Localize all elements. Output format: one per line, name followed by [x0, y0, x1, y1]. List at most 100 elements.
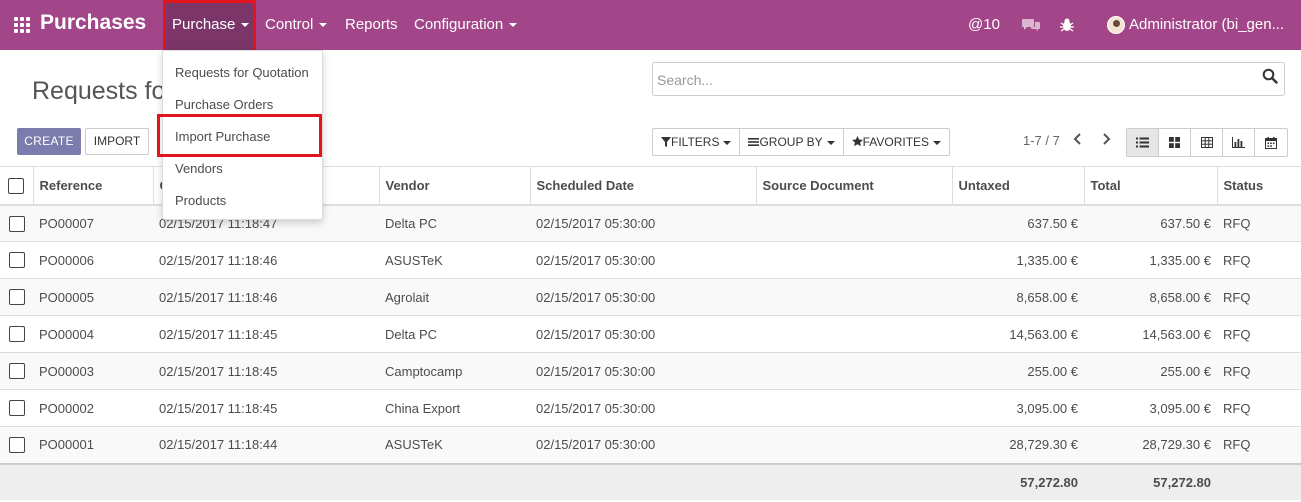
column-header-source-document[interactable]: Source Document: [755, 166, 952, 206]
select-all-checkbox[interactable]: [8, 177, 25, 194]
row-select-cell: [0, 389, 33, 427]
cell-scheduled-date: 02/15/2017 05:30:00: [530, 278, 756, 316]
cell-total: 637.50 €: [1084, 204, 1217, 242]
cell-source-document: [756, 241, 952, 279]
search-input[interactable]: [657, 69, 1247, 91]
row-select-cell: [0, 204, 33, 242]
cell-source-document: [756, 352, 952, 390]
caret-down-icon: [241, 23, 250, 28]
cell-vendor: Delta PC: [379, 204, 530, 242]
search-icon[interactable]: [1262, 68, 1278, 84]
footer-empty-cell: [33, 462, 153, 500]
column-header-scheduled-date[interactable]: Scheduled Date: [529, 166, 756, 206]
table-grid-icon: [1200, 137, 1213, 148]
group-by-button[interactable]: GROUP BY: [740, 129, 844, 155]
row-checkbox[interactable]: [8, 326, 25, 343]
column-header-status[interactable]: Status: [1216, 166, 1301, 206]
row-checkbox[interactable]: [8, 289, 25, 306]
import-button[interactable]: IMPORT: [85, 128, 149, 155]
table-row[interactable]: PO00003 02/15/2017 11:18:45 Camptocamp 02/1…: [0, 352, 1301, 390]
column-header-total[interactable]: Total: [1083, 166, 1217, 206]
pager-next-button[interactable]: [1095, 131, 1117, 153]
table-row[interactable]: PO00001 02/15/2017 11:18:44 ASUSTeK 02/15/2…: [0, 426, 1301, 464]
cell-reference: PO00004: [33, 315, 153, 353]
debug-bug-icon[interactable]: [1059, 0, 1075, 50]
row-select-cell: [0, 278, 33, 316]
cell-source-document: [756, 389, 952, 427]
row-checkbox[interactable]: [8, 363, 25, 380]
list-view-icon: [1136, 137, 1149, 148]
view-switcher: [1126, 128, 1288, 157]
user-menu[interactable]: Administrator (bi_gen...: [1107, 0, 1284, 50]
row-select-cell: [0, 352, 33, 390]
footer-empty-cell: [0, 462, 33, 500]
table-row[interactable]: PO00004 02/15/2017 11:18:45 Delta PC 02/15/…: [0, 315, 1301, 353]
cell-untaxed: 637.50 €: [952, 204, 1084, 242]
row-checkbox[interactable]: [8, 252, 25, 269]
row-checkbox[interactable]: [8, 400, 25, 417]
favorites-label: FAVORITES: [862, 135, 930, 149]
cell-vendor: Agrolait: [379, 278, 530, 316]
footer-empty-cell: [153, 462, 379, 500]
cell-status: RFQ: [1217, 241, 1301, 279]
caret-down-icon: [826, 140, 835, 145]
table-row[interactable]: PO00005 02/15/2017 11:18:46 Agrolait 02/15/…: [0, 278, 1301, 316]
filters-label: FILTERS: [671, 135, 720, 149]
menu-item-vendors[interactable]: Vendors: [175, 161, 223, 176]
column-header-untaxed[interactable]: Untaxed: [951, 166, 1084, 206]
group-by-label: GROUP BY: [759, 135, 823, 149]
table-row[interactable]: PO00006 02/15/2017 11:18:46 ASUSTeK 02/15/2…: [0, 241, 1301, 279]
pager-previous-button[interactable]: [1067, 131, 1089, 153]
favorites-button[interactable]: FAVORITES: [844, 129, 949, 155]
calendar-view-button[interactable]: [1255, 129, 1287, 156]
mentions-counter[interactable]: @10: [968, 0, 1000, 50]
chevron-left-icon: [1073, 133, 1081, 145]
filters-button[interactable]: FILTERS: [653, 129, 741, 155]
menu-item-requests-for-quotation[interactable]: Requests for Quotation: [175, 65, 309, 80]
top-navbar: Purchases Purchase Control Reports Confi…: [0, 0, 1301, 51]
bar-chart-icon: [1232, 137, 1245, 148]
cell-vendor: Camptocamp: [379, 352, 530, 390]
cell-reference: PO00005: [33, 278, 153, 316]
cell-order-date: 02/15/2017 11:18:44: [153, 426, 379, 464]
row-checkbox[interactable]: [8, 437, 25, 454]
footer-empty-cell: [530, 462, 756, 500]
cell-order-date: 02/15/2017 11:18:45: [153, 352, 379, 390]
cell-scheduled-date: 02/15/2017 05:30:00: [530, 389, 756, 427]
cell-untaxed: 28,729.30 €: [952, 426, 1084, 464]
cell-order-date: 02/15/2017 11:18:45: [153, 315, 379, 353]
caret-down-icon: [319, 23, 328, 28]
graph-view-button[interactable]: [1223, 129, 1255, 156]
caret-down-icon: [933, 140, 942, 145]
menu-reports[interactable]: Reports: [345, 0, 398, 50]
row-select-cell: [0, 241, 33, 279]
kanban-view-button[interactable]: [1159, 129, 1191, 156]
cell-total: 28,729.30 €: [1084, 426, 1217, 464]
cell-order-date: 02/15/2017 11:18:46: [153, 278, 379, 316]
create-button[interactable]: CREATE: [17, 128, 81, 155]
cell-status: RFQ: [1217, 278, 1301, 316]
menu-configuration[interactable]: Configuration: [414, 0, 518, 50]
menu-item-import-purchase[interactable]: Import Purchase: [175, 129, 270, 144]
chat-icon[interactable]: [1022, 0, 1041, 50]
pager-value[interactable]: 1-7 / 7: [1023, 133, 1060, 148]
menu-purchase[interactable]: Purchase: [164, 2, 255, 51]
menu-item-products[interactable]: Products: [175, 193, 226, 208]
column-header-reference[interactable]: Reference: [32, 166, 153, 206]
pivot-view-button[interactable]: [1191, 129, 1223, 156]
menu-control[interactable]: Control: [265, 0, 328, 50]
cell-status: RFQ: [1217, 389, 1301, 427]
footer-empty-cell: [756, 462, 952, 500]
cell-source-document: [756, 315, 952, 353]
cell-order-date: 02/15/2017 11:18:46: [153, 241, 379, 279]
table-row[interactable]: PO00002 02/15/2017 11:18:45 China Export 02…: [0, 389, 1301, 427]
list-view-button[interactable]: [1127, 129, 1159, 156]
menu-item-purchase-orders[interactable]: Purchase Orders: [175, 97, 273, 112]
cell-status: RFQ: [1217, 315, 1301, 353]
row-checkbox[interactable]: [8, 215, 25, 232]
apps-menu-icon[interactable]: [14, 17, 32, 33]
column-header-vendor[interactable]: Vendor: [378, 166, 530, 206]
menu-configuration-label: Configuration: [414, 16, 504, 33]
cell-source-document: [756, 278, 952, 316]
calendar-icon: [1265, 136, 1277, 149]
